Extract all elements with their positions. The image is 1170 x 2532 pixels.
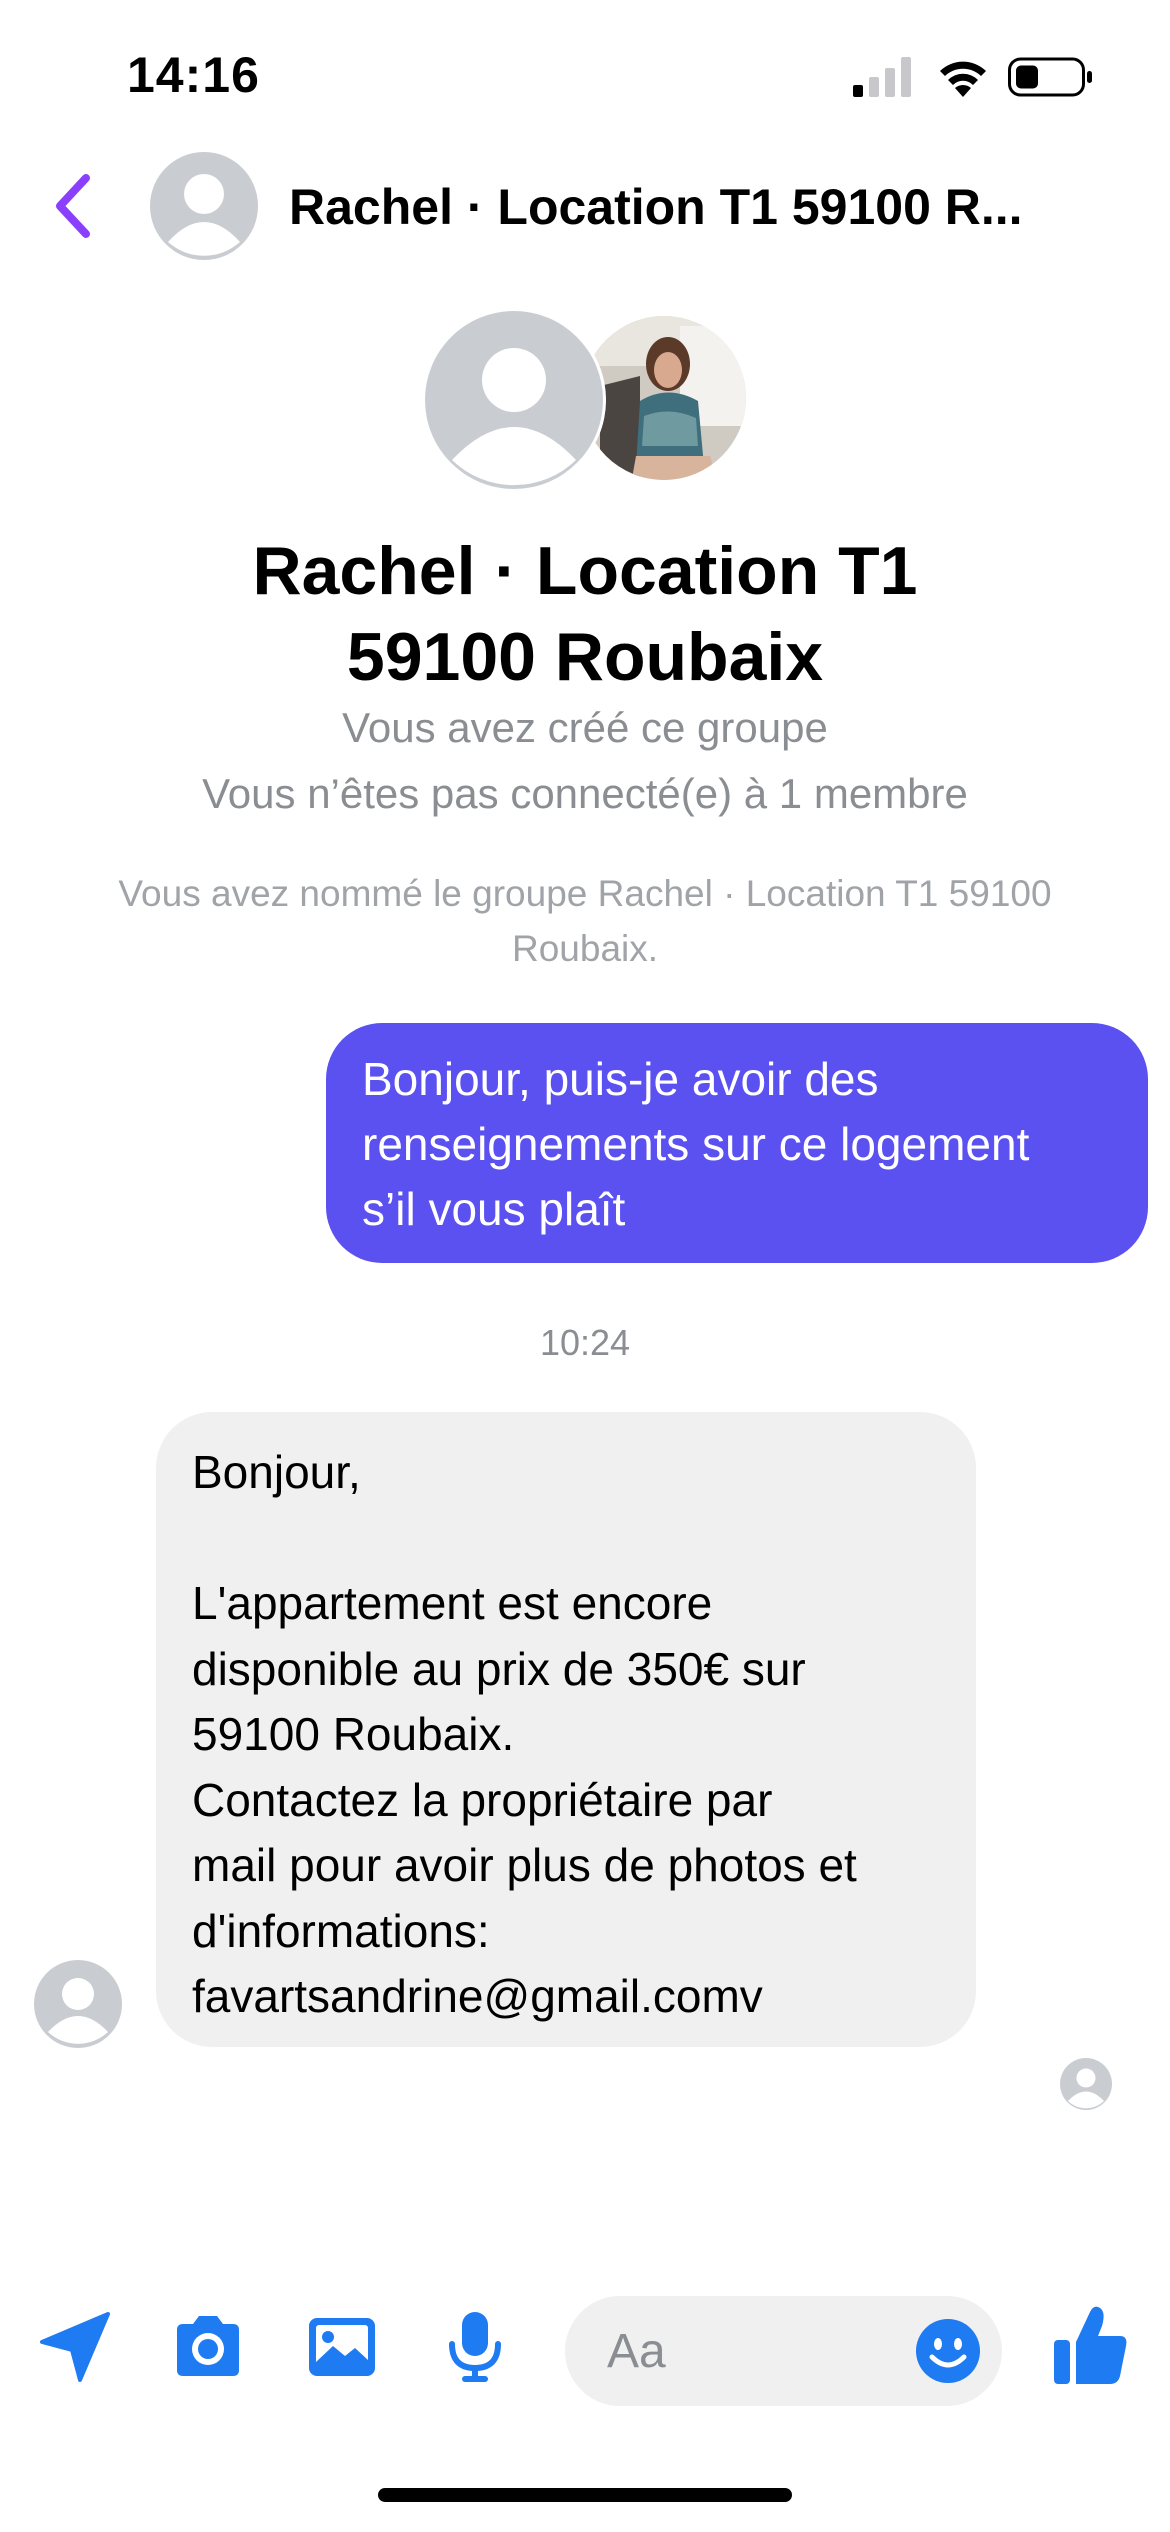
battery-icon [1008,57,1092,97]
status-time: 14:16 [127,47,260,103]
wifi-icon [940,61,986,97]
home-indicator[interactable] [378,2488,792,2502]
message-line: Contactez la propriétaire par [192,1773,773,1826]
sender-avatar[interactable] [34,1960,122,2048]
message-email-line[interactable]: favartsandrine@gmail.comv [192,1964,940,2030]
rename-notice-line: Roubaix. [511,928,659,969]
rename-notice-line: Vous avez nommé le groupe Rachel · Locat… [118,873,1052,914]
message-input[interactable] [607,2296,877,2406]
messenger-chat-screen: 14:16 Rachel · Location T1 59100 R... Ra… [0,0,1170,2532]
message-composer[interactable] [565,2296,1002,2406]
message-timestamp: 10:24 [539,1322,631,1363]
smiley-icon[interactable] [914,2317,982,2385]
group-rename-notice: Vous avez nommé le groupe Rachel · Locat… [60,866,1110,976]
message-line: renseignements sur ce logement [362,1118,1030,1170]
message-line [192,1506,940,1572]
image-icon[interactable] [303,2308,381,2386]
group-title-line: 59100 Roubaix [346,619,824,695]
group-created-text: Vous avez créé ce groupe [342,704,828,751]
sent-message-bubble[interactable]: Bonjour, puis-je avoir des renseignement… [326,1023,1148,1263]
group-title-line: Rachel · Location T1 [252,533,918,609]
group-connection-text: Vous n’êtes pas connecté(e) à 1 membre [202,770,968,817]
received-message-bubble[interactable]: Bonjour, L'appartement est encore dispon… [156,1412,976,2047]
camera-icon[interactable] [169,2308,247,2386]
message-line: 59100 Roubaix. [192,1708,515,1760]
message-line: Bonjour, [192,1446,361,1498]
message-line: disponible au prix de 350€ sur [192,1642,806,1695]
read-receipt-avatar [1060,2058,1112,2110]
location-arrow-icon[interactable] [36,2308,114,2386]
message-line: Bonjour, puis-je avoir des [362,1053,879,1105]
conversation-title[interactable]: Rachel · Location T1 59100 R... [289,178,1049,236]
thumbs-up-icon[interactable] [1052,2302,1130,2388]
member-generic-avatar [422,308,606,492]
message-line: L'appartement est encore [192,1577,713,1629]
message-line: s’il vous plaît [362,1183,626,1235]
group-title: Rachel · Location T1 59100 Roubaix [135,528,1035,700]
back-button[interactable] [50,172,96,240]
header-avatar[interactable] [150,152,258,260]
message-line: d'informations: [192,1904,490,1957]
cellular-signal-icon [853,57,911,97]
message-line: mail pour avoir plus de photos et [192,1839,857,1891]
microphone-icon[interactable] [436,2308,514,2386]
